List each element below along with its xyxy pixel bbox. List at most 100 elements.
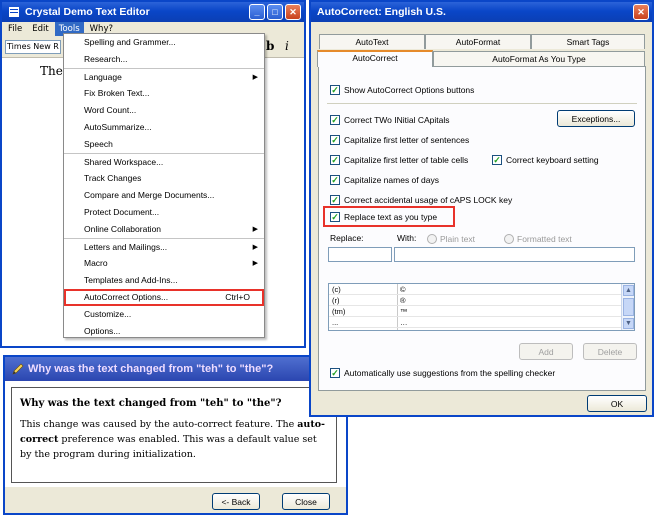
menu-item-options[interactable]: Options... [64, 323, 264, 340]
menu-item-language[interactable]: Language ▶ [64, 68, 264, 85]
back-button[interactable]: <- Back [212, 493, 260, 510]
app-icon [8, 6, 20, 18]
menu-item-online-collaboration[interactable]: Online Collaboration ▶ [64, 221, 264, 238]
menu-item-label: Shared Workspace... [84, 157, 164, 167]
replace-input[interactable] [328, 247, 392, 262]
list-item[interactable]: ... … [329, 318, 634, 328]
with-value: ™ [400, 307, 408, 316]
capitalize-sentences-label: Capitalize first letter of sentences [344, 134, 470, 145]
autocorrect-title: AutoCorrect: English U.S. [317, 6, 446, 18]
tab-autocorrect[interactable]: AutoCorrect [317, 50, 433, 67]
close-icon[interactable]: ✕ [633, 4, 649, 20]
menu-item-customize[interactable]: Customize... [64, 306, 264, 323]
list-item[interactable]: (tm) ™ [329, 307, 634, 317]
menu-item-fix-broken-text[interactable]: Fix Broken Text... [64, 85, 264, 102]
menu-item-shared-workspace[interactable]: Shared Workspace... [64, 153, 264, 170]
caps-lock-checkbox[interactable]: ✓ Correct accidental usage of cAPS LOCK … [330, 193, 512, 206]
correct-keyboard-label: Correct keyboard setting [506, 154, 599, 165]
with-value: … [400, 318, 408, 327]
menu-item-label: AutoCorrect Options... [84, 292, 169, 302]
menu-file[interactable]: File [4, 22, 26, 36]
tab-autoformat[interactable]: AutoFormat [425, 34, 531, 49]
menu-item-track-changes[interactable]: Track Changes [64, 170, 264, 187]
check-icon: ✓ [330, 154, 340, 165]
show-options-checkbox[interactable]: ✓ Show AutoCorrect Options buttons [330, 83, 474, 96]
why-heading: Why was the text changed from "teh" to "… [20, 398, 282, 409]
tab-autotext[interactable]: AutoText [319, 34, 425, 49]
add-button[interactable]: Add [519, 343, 573, 360]
scroll-thumb[interactable] [623, 298, 634, 316]
menu-item-templates-and-add-ins[interactable]: Templates and Add-Ins... [64, 272, 264, 289]
menu-item-label: Language [84, 72, 122, 82]
ok-button[interactable]: OK [587, 395, 647, 412]
autocorrect-dialog: AutoCorrect: English U.S. ✕ AutoText Aut… [309, 0, 654, 417]
replace-as-type-checkbox[interactable]: ✓ Replace text as you type [330, 210, 437, 223]
close-button[interactable]: Close [282, 493, 330, 510]
menu-item-speech[interactable]: Speech [64, 136, 264, 153]
close-icon[interactable]: ✕ [285, 4, 301, 20]
menu-item-research[interactable]: Research... [64, 51, 264, 68]
list-item[interactable]: (c) © [329, 285, 634, 295]
italic-button[interactable]: i [285, 39, 289, 53]
plain-text-label: Plain text [440, 233, 475, 244]
with-label: With: [397, 233, 417, 243]
menu-item-protect-document[interactable]: Protect Document... [64, 204, 264, 221]
menu-item-shortcut: Ctrl+O [225, 292, 250, 302]
editor-titlebar[interactable]: Crystal Demo Text Editor _ □ ✕ [2, 2, 304, 22]
replacement-list[interactable]: (c) © (r) ® (tm) ™... … ▲ ▼ [328, 283, 635, 331]
autocorrect-titlebar[interactable]: AutoCorrect: English U.S. ✕ [311, 2, 652, 22]
delete-button[interactable]: Delete [583, 343, 637, 360]
submenu-arrow-icon: ▶ [252, 74, 258, 81]
check-icon: ✓ [330, 114, 340, 125]
menu-item-label: Track Changes [84, 173, 142, 183]
list-scrollbar[interactable]: ▲ ▼ [621, 284, 634, 330]
menu-item-macro[interactable]: Macro ▶ [64, 255, 264, 272]
submenu-arrow-icon: ▶ [252, 260, 258, 267]
scroll-up-icon[interactable]: ▲ [623, 285, 634, 296]
plain-text-radio[interactable]: Plain text [427, 232, 475, 245]
auto-suggestions-label: Automatically use suggestions from the s… [344, 367, 556, 378]
menu-edit[interactable]: Edit [28, 22, 52, 36]
replace-value: ... [332, 318, 339, 327]
check-icon: ✓ [492, 154, 502, 165]
capitalize-table-cells-checkbox[interactable]: ✓ Capitalize first letter of table cells [330, 153, 468, 166]
show-options-label: Show AutoCorrect Options buttons [344, 84, 475, 95]
editor-title: Crystal Demo Text Editor [25, 6, 150, 18]
menu-item-word-count[interactable]: Word Count... [64, 102, 264, 119]
menu-item-autocorrect-options[interactable]: AutoCorrect Options... Ctrl+O [64, 289, 264, 306]
correct-keyboard-checkbox[interactable]: ✓ Correct keyboard setting [492, 153, 599, 166]
menu-item-compare-and-merge-documents[interactable]: Compare and Merge Documents... [64, 187, 264, 204]
menu-item-spelling-and-grammer[interactable]: Spelling and Grammer... [64, 34, 264, 51]
formatted-text-radio[interactable]: Formatted text [504, 232, 572, 245]
exceptions-button[interactable]: Exceptions... [557, 110, 635, 127]
check-icon: ✓ [330, 174, 340, 185]
menu-item-letters-and-mailings[interactable]: Letters and Mailings... ▶ [64, 238, 264, 255]
two-initial-caps-checkbox[interactable]: ✓ Correct TWo INitial CApitals [330, 113, 450, 126]
with-input[interactable] [394, 247, 635, 262]
capitalize-days-checkbox[interactable]: ✓ Capitalize names of days [330, 173, 439, 186]
replace-value: (r) [332, 296, 340, 305]
menu-item-label: AutoSummarize... [84, 122, 152, 132]
formatted-text-label: Formatted text [517, 233, 572, 244]
why-footer: <- Back Close [5, 487, 346, 513]
two-initial-caps-label: Correct TWo INitial CApitals [344, 114, 450, 125]
menu-item-label: Research... [84, 54, 128, 64]
minimize-icon[interactable]: _ [249, 4, 265, 20]
submenu-arrow-icon: ▶ [252, 226, 258, 233]
tab-autoformat-as-you-type[interactable]: AutoFormat As You Type [433, 51, 645, 66]
menu-item-label: Customize... [84, 309, 132, 319]
replace-as-type-label: Replace text as you type [344, 211, 438, 222]
bold-button[interactable]: b [266, 39, 274, 53]
menu-item-autosummarize[interactable]: AutoSummarize... [64, 119, 264, 136]
check-icon: ✓ [330, 194, 340, 205]
maximize-icon[interactable]: □ [267, 4, 283, 20]
capitalize-sentences-checkbox[interactable]: ✓ Capitalize first letter of sentences [330, 133, 469, 146]
why-titlebar[interactable]: Why was the text changed from "teh" to "… [5, 357, 346, 381]
check-icon: ✓ [330, 84, 340, 95]
tab-smart-tags[interactable]: Smart Tags [531, 34, 645, 49]
auto-suggestions-checkbox[interactable]: ✓ Automatically use suggestions from the… [330, 366, 555, 379]
font-name-select[interactable]: Times New R [5, 40, 61, 54]
scroll-down-icon[interactable]: ▼ [623, 318, 634, 329]
capitalize-days-label: Capitalize names of days [344, 174, 439, 185]
list-item[interactable]: (r) ® [329, 296, 634, 306]
